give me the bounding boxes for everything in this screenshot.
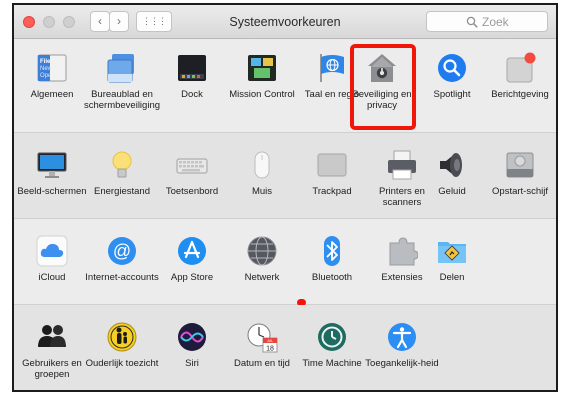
extensions-icon — [389, 237, 418, 266]
search-icon — [466, 16, 478, 28]
internet-accounts-icon: @ — [108, 237, 136, 265]
search-placeholder: Zoek — [482, 15, 509, 29]
spotlight-icon — [438, 54, 466, 82]
pref-label: Delen — [439, 272, 465, 283]
system-preferences-window: ‹ › ⋮⋮⋮ Systeemvoorkeuren Zoek File New … — [12, 3, 558, 392]
displays-icon — [37, 152, 67, 178]
app-store-icon — [178, 237, 206, 265]
keyboard-icon — [176, 158, 208, 174]
svg-text:Ope: Ope — [40, 73, 52, 79]
trackpad-icon — [317, 153, 347, 177]
sound-icon — [440, 153, 462, 177]
startup-disk-icon — [506, 152, 534, 178]
network-icon — [247, 236, 277, 266]
bluetooth-icon — [324, 236, 340, 266]
sharing-icon — [438, 242, 466, 263]
pref-label: Toegankelijk-heid — [365, 358, 439, 369]
title-bar: ‹ › ⋮⋮⋮ Systeemvoorkeuren Zoek — [14, 5, 556, 39]
svg-text:File: File — [40, 59, 51, 65]
dock-icon — [178, 55, 206, 81]
security-privacy-highlight — [350, 44, 416, 130]
mission-control-icon — [248, 55, 276, 81]
general-icon: File New Ope — [37, 54, 67, 82]
icloud-icon — [36, 235, 68, 267]
printers-scanners-icon — [388, 150, 416, 180]
mouse-icon — [254, 151, 270, 179]
preferences-row-hardware: Beeld-schermen Energiestand Toetsenbord … — [14, 133, 556, 219]
notifications-icon — [506, 52, 536, 83]
pref-label: Opstart-schijf — [492, 186, 548, 197]
search-field[interactable]: Zoek — [426, 11, 548, 32]
preferences-row-system: Gebruikers en groepen Ouderlijk toezicht… — [14, 305, 556, 390]
svg-text:JUL: JUL — [267, 339, 273, 343]
svg-text:@: @ — [113, 241, 131, 261]
parental-controls-icon — [107, 322, 137, 352]
siri-icon — [178, 323, 206, 351]
desktop-screensaver-icon — [107, 54, 134, 83]
users-groups-icon — [38, 325, 66, 347]
preferences-row-personal: File New Ope Algemeen Bureaublad en sche… — [14, 39, 556, 133]
pref-label: Berichtgeving — [491, 89, 549, 100]
time-machine-icon — [318, 323, 346, 351]
svg-text:New: New — [40, 66, 53, 72]
date-time-icon: JUL 18 — [247, 323, 278, 353]
language-region-icon — [320, 54, 344, 82]
accessibility-icon — [388, 323, 416, 351]
energy-saver-icon — [112, 151, 132, 178]
svg-text:18: 18 — [266, 346, 274, 353]
preferences-row-internet: iCloud @ Internet-accounts App Store Net… — [14, 219, 556, 305]
